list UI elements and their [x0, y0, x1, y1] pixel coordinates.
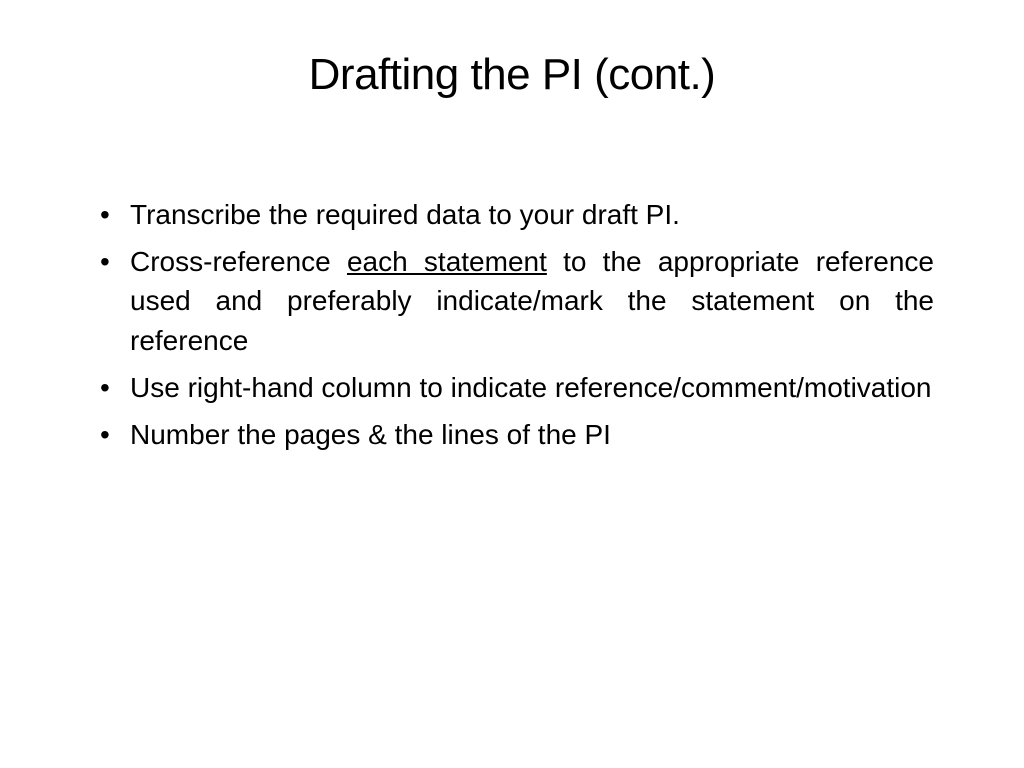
- underlined-text: each statement: [347, 246, 547, 277]
- slide-title: Drafting the PI (cont.): [90, 50, 934, 100]
- list-item: Transcribe the required data to your dra…: [90, 195, 934, 234]
- list-item: Cross-reference each statement to the ap…: [90, 242, 934, 360]
- list-item: Number the pages & the lines of the PI: [90, 415, 934, 454]
- list-item: Use right-hand column to indicate refere…: [90, 368, 934, 407]
- bullet-list: Transcribe the required data to your dra…: [90, 195, 934, 454]
- text-segment: Cross-reference: [130, 246, 347, 277]
